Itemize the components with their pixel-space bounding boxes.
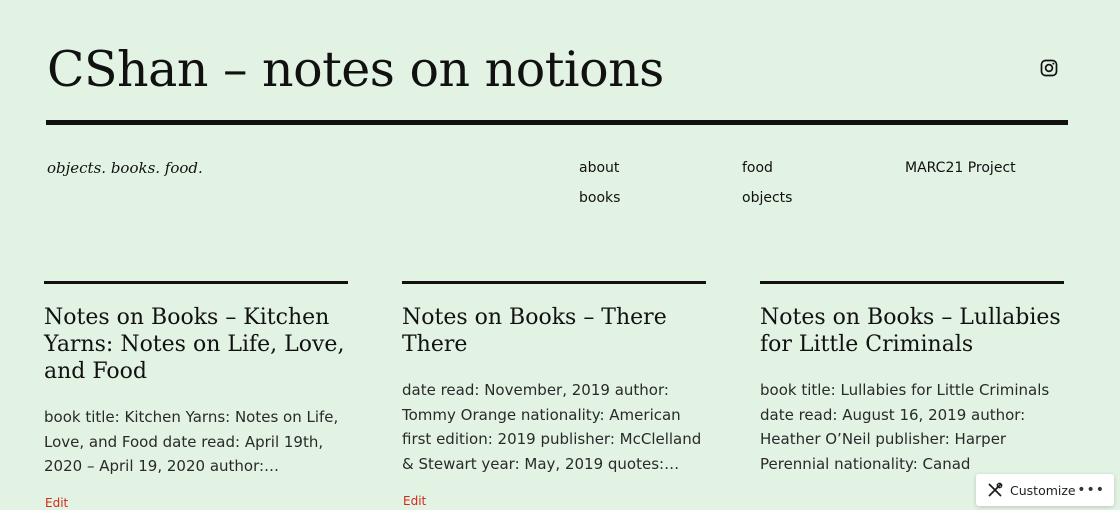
post-excerpt: book title: Lullabies for Little Crimina… xyxy=(760,381,1050,473)
customize-button[interactable]: Customize xyxy=(1010,483,1076,498)
site-title[interactable]: CShan – notes on notions xyxy=(47,40,664,100)
header-divider xyxy=(46,120,1068,125)
nav-item-objects[interactable]: objects xyxy=(742,189,792,207)
post-excerpt: date read: November, 2019 author: Tommy … xyxy=(402,381,702,473)
edit-post-link[interactable]: Edit xyxy=(45,496,68,510)
nav-item-books[interactable]: books xyxy=(579,189,620,207)
post-excerpt: book title: Kitchen Yarns: Notes on Life… xyxy=(44,408,339,475)
post-divider xyxy=(402,281,706,284)
post-title-link[interactable]: Notes on Books – There There xyxy=(402,304,706,358)
post-divider xyxy=(760,281,1064,284)
customize-toolbar: Customize ••• xyxy=(976,474,1114,506)
site-tagline: objects. books. food. xyxy=(47,159,203,177)
post-card: Notes on Books – Kitchen Yarns: Notes on… xyxy=(44,281,348,479)
more-options-button[interactable]: ••• xyxy=(1077,482,1105,498)
tools-icon[interactable] xyxy=(987,482,1003,498)
post-title-link[interactable]: Notes on Books – Kitchen Yarns: Notes on… xyxy=(44,304,348,385)
nav-item-food[interactable]: food xyxy=(742,159,773,177)
post-title-link[interactable]: Notes on Books – Lullabies for Little Cr… xyxy=(760,304,1064,358)
post-card: Notes on Books – Lullabies for Little Cr… xyxy=(760,281,1064,476)
edit-post-link[interactable]: Edit xyxy=(403,494,426,508)
instagram-icon[interactable] xyxy=(1040,59,1058,77)
nav-item-about[interactable]: about xyxy=(579,159,619,177)
nav-item-marc21-project[interactable]: MARC21 Project xyxy=(905,159,1016,177)
post-card: Notes on Books – There There date read: … xyxy=(402,281,706,476)
post-divider xyxy=(44,281,348,284)
